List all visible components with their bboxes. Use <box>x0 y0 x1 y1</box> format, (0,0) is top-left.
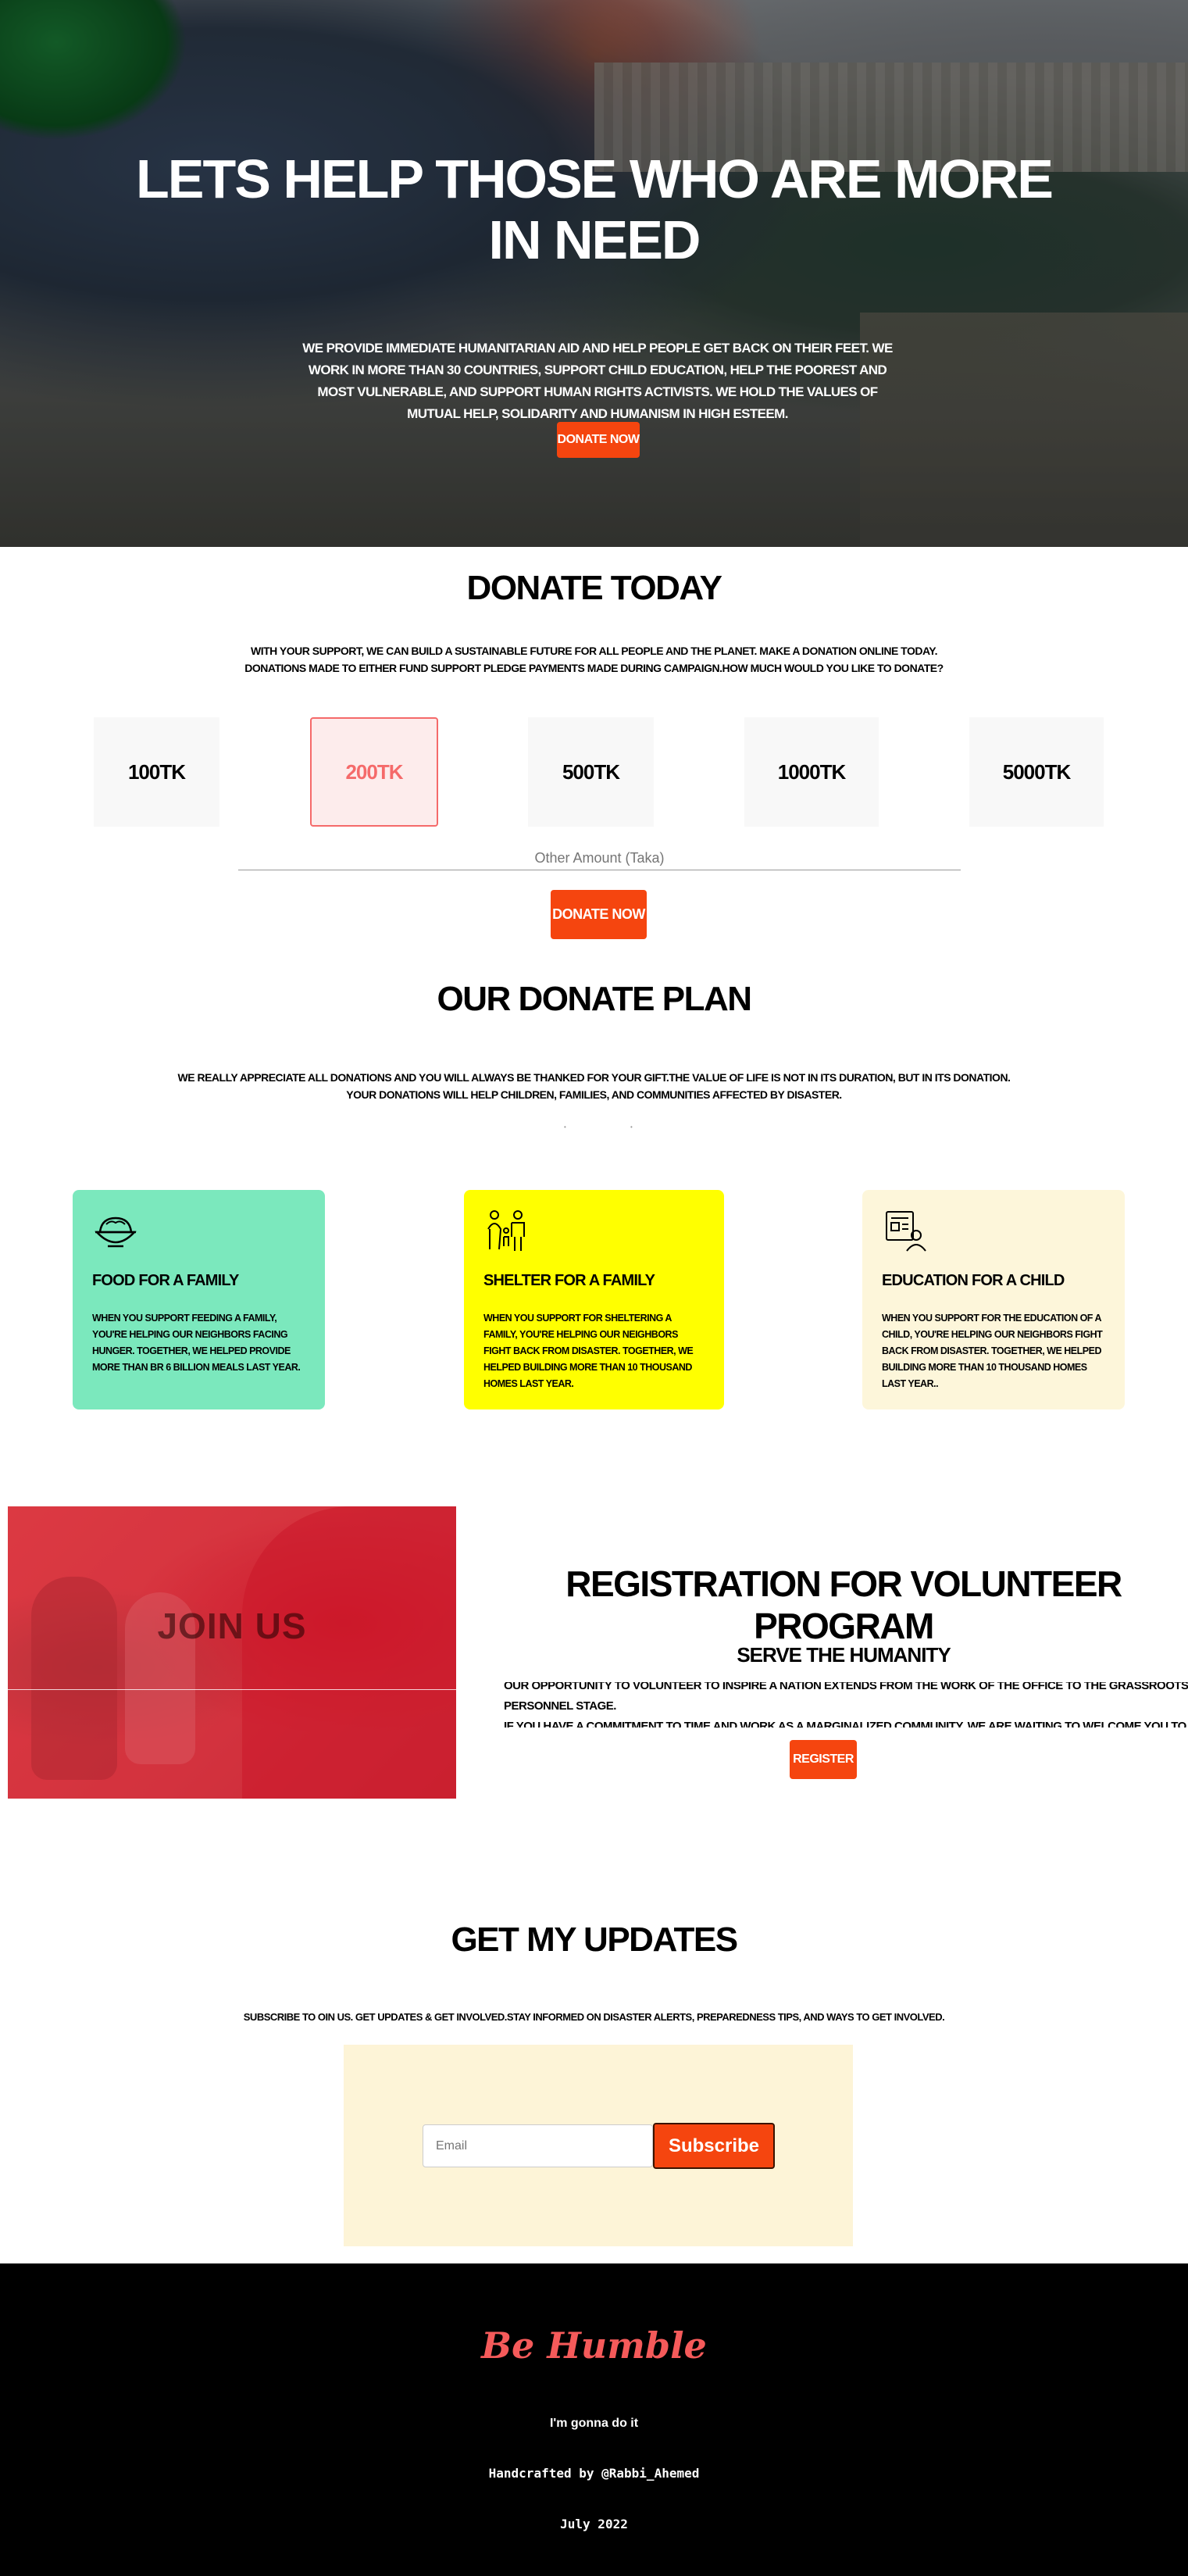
hero-description: We provide immediate humanitarian aid an… <box>302 341 893 421</box>
donate-description-line2: Donations made to either fund support pl… <box>244 662 944 674</box>
plan-card-text: When you support for the education of a … <box>882 1313 1103 1389</box>
hero-title-line1: LETS HELP THOSE WHO ARE MORE <box>136 148 1054 209</box>
plan-card-title: Education for a child <box>882 1272 1065 1289</box>
volunteer-description-line2: If you have a commitment to time and wor… <box>504 1720 1186 1727</box>
hero-overlay <box>0 0 1188 547</box>
amount-option-200[interactable]: 200TK <box>310 717 438 827</box>
updates-description: Subscribe to oin us. Get updates & get i… <box>243 2011 945 2023</box>
join-us-image: JOIN US <box>8 1506 456 1799</box>
updates-title: Get My Updates <box>451 1920 738 1959</box>
plan-card-title: Food for a family <box>92 1272 239 1289</box>
subscribe-form: Subscribe <box>344 2045 853 2246</box>
subscribe-button[interactable]: Subscribe <box>653 2123 775 2169</box>
plan-card-food: Food for a family When you support feedi… <box>73 1190 325 1409</box>
food-bowl-icon <box>95 1217 137 1248</box>
footer: Be Humble I'm gonna do it Handcrafted by… <box>0 2263 1188 2576</box>
footer-date: July 2022 <box>560 2517 628 2531</box>
volunteer-description: Our opportunity to volunteer to inspire … <box>504 1682 1188 1727</box>
donate-now-button[interactable]: Donate Now <box>551 890 647 939</box>
plan-card-text: When you support feeding a family, you'r… <box>92 1313 301 1373</box>
hero-donate-button[interactable]: Donate Now <box>557 422 640 458</box>
plan-card-text: When you support for sheltering a family… <box>483 1313 694 1389</box>
footer-credit: Handcrafted by @Rabbi_Ahemed <box>488 2466 700 2481</box>
donate-title: Donate Today <box>466 569 722 607</box>
volunteer-description-line1: Our opportunity to volunteer to inspire … <box>504 1682 1188 1713</box>
education-icon <box>886 1211 926 1252</box>
donate-description-line1: With your support, we can build a sustai… <box>251 645 937 657</box>
amount-option-100[interactable]: 100TK <box>94 717 219 827</box>
plan-description-line1: We really appreciate all donations and y… <box>177 1071 1011 1084</box>
plan-card-education: Education for a child When you support f… <box>862 1190 1125 1409</box>
amount-option-500[interactable]: 500TK <box>528 717 654 827</box>
hero-title: LETS HELP THOSE WHO ARE MORE IN NEED <box>0 148 1188 270</box>
image-divider <box>8 1689 456 1690</box>
hero-title-line2: IN NEED <box>488 209 701 270</box>
footer-tagline: I'm gonna do it <box>549 2417 639 2430</box>
plan-card-shelter: Shelter for a family When you support fo… <box>464 1190 724 1409</box>
register-button[interactable]: Register <box>790 1740 857 1779</box>
plan-card-title: Shelter for a family <box>483 1272 655 1289</box>
donate-description: With your support, we can build a sustai… <box>0 642 1188 677</box>
hero-banner: LETS HELP THOSE WHO ARE MORE IN NEED We … <box>0 0 1188 547</box>
amount-option-1000[interactable]: 1000TK <box>744 717 879 827</box>
footer-brand: Be Humble <box>481 2324 707 2367</box>
other-amount-input[interactable] <box>238 847 961 870</box>
family-icon <box>487 1210 525 1251</box>
plan-title: Our Donate Plan <box>437 980 752 1018</box>
image-tint <box>8 1506 456 1799</box>
plan-description: We really appreciate all donations and y… <box>0 1069 1188 1103</box>
carousel-dots: • • <box>564 1124 664 1131</box>
amount-option-5000[interactable]: 5000TK <box>969 717 1104 827</box>
volunteer-subtitle: Serve the Humanity <box>737 1643 951 1667</box>
join-us-caption: JOIN US <box>157 1606 307 1646</box>
volunteer-title: Registration for volunteer program <box>565 1563 1122 1646</box>
plan-description-line2: Your donations will help children, famil… <box>346 1088 842 1101</box>
email-input[interactable] <box>423 2124 653 2167</box>
